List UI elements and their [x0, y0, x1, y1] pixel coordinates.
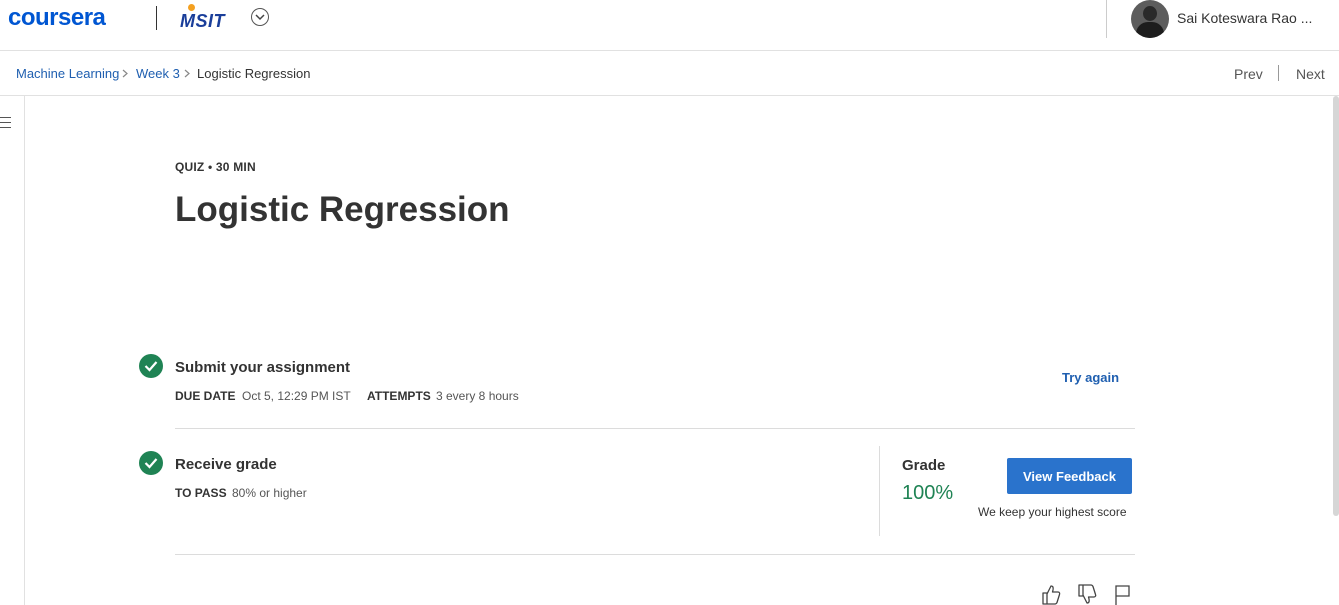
scrollbar[interactable]: [1333, 96, 1339, 516]
chevron-right-icon: [184, 69, 190, 78]
user-divider: [1106, 0, 1107, 38]
section-divider: [175, 428, 1135, 429]
hamburger-icon[interactable]: [0, 117, 11, 129]
view-feedback-button[interactable]: View Feedback: [1007, 458, 1132, 494]
partner-switcher-button[interactable]: [251, 8, 269, 26]
thumbs-down-icon[interactable]: [1077, 584, 1097, 605]
check-circle-icon: [139, 451, 163, 475]
grade-divider: [879, 446, 880, 536]
attempts-label: ATTEMPTS: [367, 389, 431, 403]
prev-next-divider: [1278, 65, 1279, 81]
try-again-button[interactable]: Try again: [1062, 370, 1119, 385]
to-pass-value: 80% or higher: [232, 486, 307, 500]
breadcrumb-course[interactable]: Machine Learning: [16, 66, 119, 81]
thumbs-up-icon[interactable]: [1041, 584, 1061, 605]
due-date-label: DUE DATE: [175, 389, 236, 403]
avatar-body: [1136, 22, 1164, 38]
user-name[interactable]: Sai Koteswara Rao ...: [1177, 10, 1312, 26]
breadcrumb: Machine Learning Week 3 Logistic Regress…: [0, 51, 1339, 96]
quiz-meta: QUIZ • 30 MIN: [175, 160, 256, 174]
receive-grade-title: Receive grade: [175, 456, 277, 473]
top-header: coursera MSIT Sai Koteswara Rao ...: [0, 0, 1339, 51]
next-link[interactable]: Next: [1296, 66, 1325, 82]
partner-logo-text: MSIT: [180, 11, 225, 31]
partner-logo[interactable]: MSIT: [180, 4, 236, 31]
chevron-right-icon: [122, 69, 128, 78]
submit-assignment-title: Submit your assignment: [175, 359, 351, 376]
attempts-value: 3 every 8 hours: [436, 389, 519, 403]
check-circle-icon: [139, 354, 163, 378]
due-date-value: Oct 5, 12:29 PM IST: [242, 389, 351, 403]
flag-icon[interactable]: [1114, 584, 1131, 605]
breadcrumb-week[interactable]: Week 3: [136, 66, 180, 81]
prev-link[interactable]: Prev: [1234, 66, 1263, 82]
grade-value: 100%: [902, 482, 954, 504]
partner-logo-dot: [188, 4, 195, 11]
highest-score-note: We keep your highest score: [978, 505, 1127, 519]
to-pass-label: TO PASS: [175, 486, 227, 500]
page-title: Logistic Regression: [175, 190, 510, 229]
grade-label: Grade: [902, 457, 946, 474]
section-divider: [175, 554, 1135, 555]
breadcrumb-current: Logistic Regression: [197, 66, 311, 81]
chevron-down-icon: [255, 14, 265, 21]
coursera-logo[interactable]: coursera: [8, 4, 106, 32]
logo-divider: [156, 6, 157, 30]
avatar[interactable]: [1131, 0, 1169, 38]
avatar-head: [1143, 6, 1157, 21]
left-rail: [0, 96, 25, 605]
